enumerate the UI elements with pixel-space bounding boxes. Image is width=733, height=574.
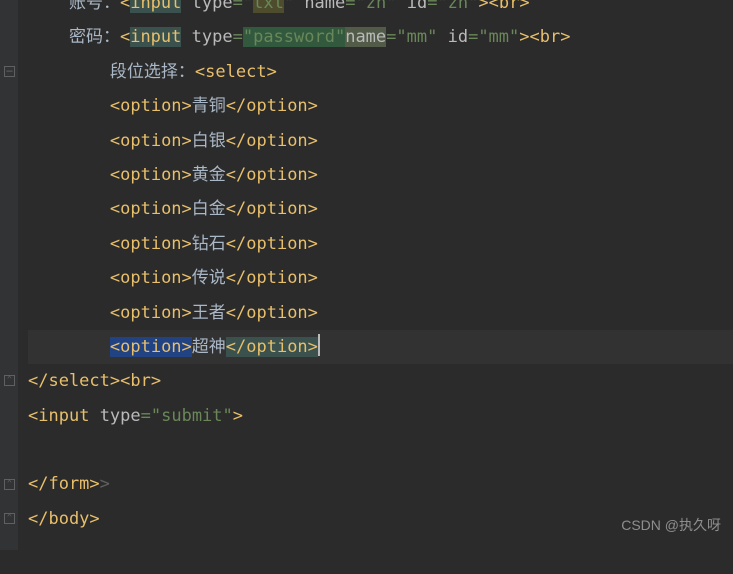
code-line[interactable]: <option>钻石</option>: [28, 227, 733, 261]
code-line[interactable]: <option>青铜</option>: [28, 89, 733, 123]
code-line[interactable]: <input type="submit">: [28, 399, 733, 433]
code-line[interactable]: <option>白金</option>: [28, 192, 733, 226]
watermark: CSDN @执久呀: [621, 508, 721, 542]
code-line[interactable]: <option>传说</option>: [28, 261, 733, 295]
code-line[interactable]: <option>白银</option>: [28, 124, 733, 158]
code-line[interactable]: 账号：<input type="txt" name="zh" id="zh"><…: [28, 0, 733, 20]
code-line[interactable]: <option>王者</option>: [28, 296, 733, 330]
code-content[interactable]: 账号：<input type="txt" name="zh" id="zh"><…: [18, 0, 733, 536]
code-line[interactable]: 密码：<input type="password"name="mm" id="m…: [28, 20, 733, 54]
code-line[interactable]: <option>超神</option>: [28, 330, 733, 364]
code-line[interactable]: </form>>: [28, 467, 733, 501]
code-line[interactable]: <option>黄金</option>: [28, 158, 733, 192]
code-line[interactable]: </select><br>: [28, 364, 733, 398]
code-line[interactable]: 段位选择：<select>: [28, 55, 733, 89]
code-editor[interactable]: <h2>............</h2> 账号：<input type="tx…: [0, 0, 733, 536]
code-line[interactable]: [28, 433, 733, 467]
